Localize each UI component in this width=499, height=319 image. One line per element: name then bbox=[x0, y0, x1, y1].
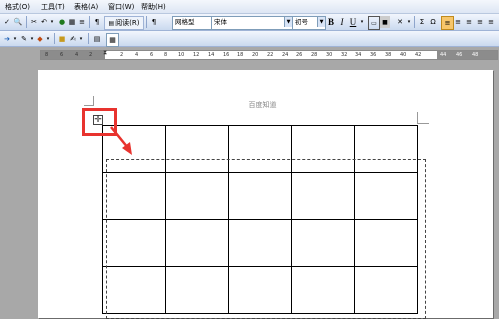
chevron-down-icon[interactable]: ▼ bbox=[317, 17, 325, 27]
menu-tools[interactable]: 工具(T) bbox=[41, 2, 65, 12]
ruler-number: 42 bbox=[415, 52, 422, 58]
style-combo-value: 网格型 bbox=[175, 18, 195, 26]
ruler-number: 4 bbox=[135, 52, 139, 58]
columns-icon[interactable]: ≡ bbox=[77, 16, 87, 28]
document-icon[interactable]: ▤ bbox=[92, 33, 102, 45]
cut-icon[interactable]: ✂ bbox=[29, 16, 39, 28]
font-combo-value: 宋体 bbox=[214, 18, 227, 26]
ruler-number: 40 bbox=[400, 52, 407, 58]
arrow-shaft bbox=[110, 126, 129, 149]
show-hide-icon[interactable]: ¶ bbox=[92, 16, 102, 28]
align-right-icon[interactable]: ≡ bbox=[464, 16, 474, 28]
align-center-icon[interactable]: ≡ bbox=[453, 16, 463, 28]
indent-marker-icon[interactable]: ⧗ bbox=[103, 50, 107, 56]
toolbar-separator bbox=[88, 33, 89, 44]
ruler-number: 24 bbox=[282, 52, 289, 58]
horizontal-ruler[interactable]: 8 6 4 2 2 4 6 8 10 12 14 16 18 20 22 24 … bbox=[40, 50, 498, 60]
char-shading-icon[interactable]: ■ bbox=[380, 16, 390, 28]
font-combo[interactable]: 宋体 ▼ bbox=[211, 16, 293, 30]
ruler-number: 20 bbox=[252, 52, 259, 58]
toolbar-separator bbox=[146, 16, 147, 28]
ruler-number: 38 bbox=[385, 52, 392, 58]
underline-button[interactable]: U bbox=[348, 16, 358, 28]
menu-format[interactable]: 格式(O) bbox=[5, 2, 30, 12]
ruler-number: 48 bbox=[472, 52, 479, 58]
ruler-number: 26 bbox=[296, 52, 303, 58]
ruler-number: 16 bbox=[223, 52, 230, 58]
page-header-text: 百度知道 bbox=[248, 101, 277, 109]
chevron-down-icon[interactable]: ▼ bbox=[284, 17, 292, 27]
toolbar-separator bbox=[54, 33, 55, 44]
table-icon[interactable]: ▦ bbox=[67, 16, 77, 28]
open-folder-icon[interactable]: ■ bbox=[57, 33, 67, 45]
undo-icon[interactable]: ↶ bbox=[39, 16, 49, 28]
justify-icon[interactable]: ≡ bbox=[475, 16, 485, 28]
chevron-down-icon[interactable]: ▾ bbox=[78, 33, 84, 45]
omega-icon[interactable]: Ω bbox=[428, 16, 438, 28]
ruler-number: 8 bbox=[45, 52, 49, 58]
ruler-number: 46 bbox=[456, 52, 463, 58]
chevron-down-icon[interactable]: ▾ bbox=[406, 16, 412, 28]
chevron-down-icon[interactable]: ▾ bbox=[45, 33, 51, 45]
research-icon[interactable]: 🔍 bbox=[13, 16, 23, 28]
char-border-icon[interactable]: ▭ bbox=[368, 16, 380, 30]
ruler-number: 2 bbox=[120, 52, 124, 58]
menu-window[interactable]: 窗口(W) bbox=[108, 2, 134, 12]
ruler-number: 32 bbox=[341, 52, 348, 58]
chevron-down-icon[interactable]: ▾ bbox=[12, 33, 18, 45]
styles-icon[interactable]: ¶ bbox=[149, 16, 159, 28]
ruler-number: 36 bbox=[370, 52, 377, 58]
eraser-icon[interactable]: ◆ bbox=[35, 33, 45, 45]
ruler-number: 12 bbox=[193, 52, 200, 58]
read-mode-button[interactable]: ▤ 阅读(R) bbox=[104, 16, 144, 30]
hyperlink-icon[interactable]: ● bbox=[57, 16, 67, 28]
font-size-value: 初号 bbox=[295, 18, 308, 26]
book-icon: ▤ bbox=[108, 19, 115, 27]
table-move-handle-icon[interactable]: ✛ bbox=[93, 115, 103, 125]
ruler-number: 8 bbox=[164, 52, 168, 58]
ruler-number: 6 bbox=[60, 52, 64, 58]
font-size-combo[interactable]: 初号 ▼ bbox=[292, 16, 326, 30]
toolbar-separator bbox=[89, 16, 90, 28]
toolbar-separator bbox=[414, 16, 415, 28]
ruler-number: 34 bbox=[355, 52, 362, 58]
menu-table[interactable]: 表格(A) bbox=[74, 2, 98, 12]
table-drag-outline bbox=[106, 159, 426, 319]
menu-help[interactable]: 帮助(H) bbox=[141, 2, 166, 12]
bold-button[interactable]: B bbox=[326, 16, 336, 28]
ruler-number: 2 bbox=[89, 52, 93, 58]
scale-icon[interactable]: ✕ bbox=[394, 16, 406, 28]
sum-icon[interactable]: Σ bbox=[417, 16, 427, 28]
chevron-down-icon[interactable]: ▾ bbox=[49, 16, 55, 28]
ruler-number: 18 bbox=[237, 52, 244, 58]
ruler-number: 28 bbox=[311, 52, 318, 58]
italic-button[interactable]: I bbox=[337, 16, 347, 28]
ruler-number: 30 bbox=[326, 52, 333, 58]
toolbar-separator bbox=[26, 16, 27, 28]
ruler-number: 14 bbox=[208, 52, 215, 58]
grid-icon[interactable]: ▦ bbox=[106, 33, 119, 47]
ruler-number: 6 bbox=[150, 52, 154, 58]
ruler-number: 44 bbox=[440, 52, 447, 58]
ruler-margin-left bbox=[41, 51, 105, 59]
chevron-down-icon[interactable]: ▾ bbox=[359, 16, 365, 28]
corner-mark bbox=[417, 123, 429, 124]
ruler-number: 10 bbox=[178, 52, 185, 58]
tables-toolbar: ➔ ▾ ✎ ▾ ◆ ▾ ■ ✍ ▾ ▤ ▦ bbox=[0, 31, 499, 47]
forward-icon[interactable]: ➔ bbox=[2, 33, 12, 45]
ruler-number: 22 bbox=[267, 52, 274, 58]
distribute-icon[interactable]: ≡ bbox=[486, 16, 496, 28]
draw-table-icon[interactable]: ✎ bbox=[19, 33, 29, 45]
ruler-number: 4 bbox=[75, 52, 79, 58]
spellcheck-icon[interactable]: ✓ bbox=[2, 16, 12, 28]
standard-toolbar: ✓ 🔍 ✂ ↶ ▾ ● ▦ ≡ ¶ ▤阅读(R) ¶ 网格型 ▼ 宋体 ▼ 初号… bbox=[0, 14, 499, 31]
annotation-arrow-icon bbox=[110, 126, 132, 155]
menu-bar: 格式(O) 工具(T) 表格(A) 窗口(W) 帮助(H) bbox=[0, 0, 499, 14]
pen-icon[interactable]: ✍ bbox=[68, 33, 78, 45]
